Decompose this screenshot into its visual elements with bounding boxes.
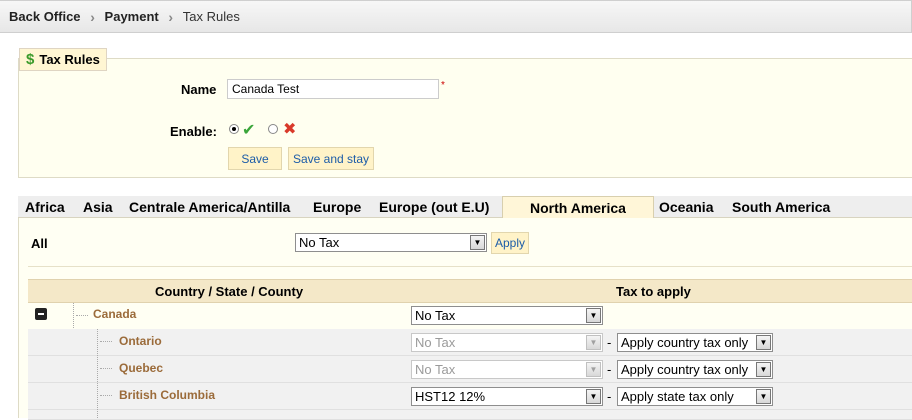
table-header: Country / State / County Tax to apply (28, 279, 912, 303)
close-icon: ✖ (283, 121, 297, 138)
tab-africa[interactable]: Africa (19, 196, 71, 218)
country-tax-select[interactable]: No Tax ▼ (411, 306, 603, 325)
chevron-down-icon: ▼ (756, 389, 771, 404)
state-mode-value: Apply state tax only (621, 389, 734, 404)
state-mode-select[interactable]: Apply country tax only ▼ (617, 333, 773, 352)
all-tax-select[interactable]: No Tax ▼ (295, 233, 487, 252)
tab-asia[interactable]: Asia (77, 196, 119, 218)
state-mode-select[interactable]: Apply state tax only ▼ (617, 387, 773, 406)
all-tax-select-value: No Tax (299, 235, 340, 250)
chevron-down-icon: ▼ (470, 235, 485, 250)
tree-branch (76, 315, 88, 316)
apply-button[interactable]: Apply (491, 232, 529, 254)
state-tax-select: No Tax ▼ (411, 360, 603, 379)
tab-oceania[interactable]: Oceania (653, 196, 719, 218)
zone-tabs: Africa Asia Centrale America/Antilla Eur… (18, 196, 912, 219)
state-name: Ontario (119, 334, 162, 348)
chevron-down-icon: ▼ (756, 335, 771, 350)
save-button[interactable]: Save (228, 147, 282, 170)
tab-north-america[interactable]: North America (502, 196, 654, 219)
enable-no-radio[interactable] (268, 124, 278, 134)
chevron-right-icon: › (90, 8, 95, 25)
breadcrumb: Back Office › Payment › Tax Rules (0, 0, 912, 33)
fieldset-legend: $ Tax Rules (19, 48, 107, 71)
state-tax-value: No Tax (415, 362, 456, 377)
state-mode-value: Apply country tax only (621, 335, 749, 350)
state-tax-select: No Tax ▼ (411, 333, 603, 352)
col-tax-header: Tax to apply (616, 284, 691, 299)
breadcrumb-tax-rules: Tax Rules (182, 9, 240, 24)
tab-europe-out-eu[interactable]: Europe (out E.U) (373, 196, 495, 218)
required-marker: * (441, 80, 445, 91)
all-label: All (31, 236, 48, 251)
tree-branch (100, 341, 112, 342)
tree-branch (100, 395, 112, 396)
tab-centrale-america[interactable]: Centrale America/Antilla (123, 196, 296, 218)
state-mode-select[interactable]: Apply country tax only ▼ (617, 360, 773, 379)
table-row (28, 410, 912, 420)
chevron-down-icon: ▼ (586, 389, 601, 404)
state-tax-select[interactable]: HST12 12% ▼ (411, 387, 603, 406)
breadcrumb-payment[interactable]: Payment (105, 9, 159, 24)
state-name: Quebec (119, 361, 164, 375)
legend-title: Tax Rules (39, 52, 100, 67)
country-name: Canada (93, 307, 137, 321)
country-tax-value: No Tax (415, 308, 456, 323)
name-label: Name (181, 82, 217, 97)
col-country-header: Country / State / County (155, 284, 304, 299)
divider (28, 266, 912, 267)
state-tax-value: HST12 12% (415, 389, 486, 404)
chevron-down-icon: ▼ (586, 308, 601, 323)
save-and-stay-button[interactable]: Save and stay (288, 147, 374, 170)
breadcrumb-back-office[interactable]: Back Office (9, 9, 81, 24)
collapse-icon[interactable] (35, 308, 47, 320)
separator: - (607, 335, 612, 350)
dollar-icon: $ (26, 51, 35, 68)
chevron-down-icon: ▼ (756, 362, 771, 377)
state-tax-value: No Tax (415, 335, 456, 350)
enable-yes-radio[interactable] (229, 124, 239, 134)
separator: - (607, 389, 612, 404)
tax-rules-fieldset (18, 58, 912, 178)
separator: - (607, 362, 612, 377)
chevron-down-icon: ▼ (586, 362, 601, 377)
enable-label: Enable: (170, 124, 217, 139)
tree-line (97, 329, 98, 418)
chevron-right-icon: › (168, 8, 174, 25)
name-input[interactable] (227, 79, 439, 99)
state-mode-value: Apply country tax only (621, 362, 749, 377)
tree-branch (100, 368, 112, 369)
chevron-down-icon: ▼ (586, 335, 601, 350)
state-name: British Columbia (119, 388, 216, 402)
tab-europe[interactable]: Europe (307, 196, 367, 218)
check-icon: ✔ (242, 122, 256, 139)
tab-south-america[interactable]: South America (726, 196, 836, 218)
